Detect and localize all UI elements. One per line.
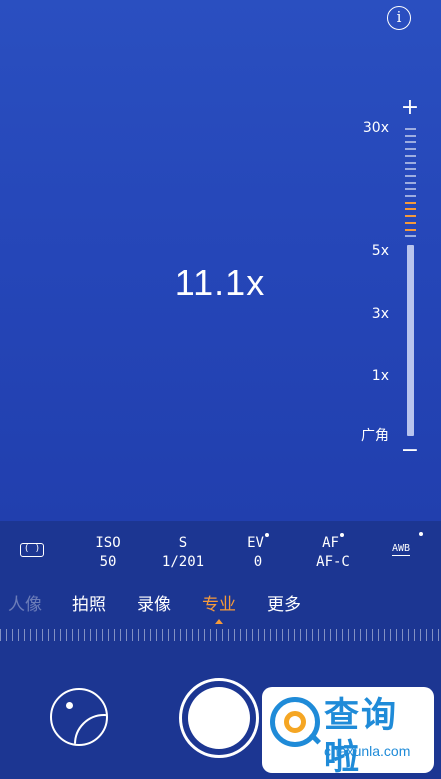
iso-control[interactable]: ISO 50 [78,532,138,572]
zoom-tick [405,188,416,191]
zoom-label-3x: 3x [371,306,389,322]
zoom-tick [405,195,416,197]
af-label: AF [322,535,339,551]
zoom-out-button[interactable]: − [400,440,420,462]
shutter-icon [188,687,250,749]
zoom-label-30x: 30x [362,120,389,136]
af-dot [339,533,344,537]
zoom-tick [405,201,416,204]
zoom-tick [405,215,416,218]
zoom-tick [405,141,416,144]
pro-controls-panel: ( ) ISO 50 S 1/201 EV 0 AF AF-C AWB 人像 拍… [0,521,441,779]
mode-photo[interactable]: 拍照 [72,593,106,617]
zoom-tick [405,235,416,238]
awb-control[interactable]: AWB [392,543,411,556]
aspect-ratio-icon[interactable]: ( ) [20,543,44,557]
active-mode-indicator [215,619,223,624]
zoom-tick [405,208,416,211]
magnifier-logo-icon [270,697,322,747]
shutter-label: S [178,535,188,551]
mode-pro[interactable]: 专业 [202,593,236,617]
gallery-dot [66,702,73,709]
watermark-logo: 查询啦 chaxunla.com [262,687,434,778]
af-control[interactable]: AF AF-C [303,532,363,572]
zoom-tick [405,154,416,157]
zoom-tick [405,128,416,130]
gallery-icon[interactable] [50,688,108,746]
shutter-value: 1/201 [161,554,205,570]
iso-label: ISO [95,535,121,551]
viewfinder[interactable]: i 11.1x + 30x 5x 3x 1x 广角 − [0,0,441,521]
mode-more[interactable]: 更多 [267,593,301,617]
zoom-ticks [405,128,417,242]
zoom-tick [405,221,416,224]
zoom-tick [405,161,416,164]
watermark-title: 查询啦 [324,696,399,778]
af-value: AF-C [316,554,350,570]
zoom-tick [405,181,416,184]
zoom-tick [405,174,416,177]
zoom-slider-fill[interactable] [407,245,414,436]
gallery-arc [74,714,106,744]
watermark-subtitle: chaxunla.com [324,743,411,759]
zoom-label-1x: 1x [371,368,389,384]
zoom-tick [405,168,416,171]
zoom-label-5x: 5x [371,243,389,259]
zoom-tick [405,134,416,137]
zoom-label-wide: 广角 [361,428,389,444]
mode-video[interactable]: 录像 [137,593,171,617]
shutter-control[interactable]: S 1/201 [153,532,213,572]
info-icon[interactable]: i [387,6,411,30]
mode-selector[interactable]: 人像 拍照 录像 专业 更多 [0,593,441,624]
ev-value: 0 [253,554,263,570]
pro-params-row: ( ) ISO 50 S 1/201 EV 0 AF AF-C AWB [0,521,441,583]
zoom-tick [405,148,416,151]
mode-portrait[interactable]: 人像 [8,593,42,617]
iso-value: 50 [99,554,117,570]
logo-handle [308,732,322,745]
zoom-tick [405,228,416,231]
awb-dot [419,532,423,536]
shutter-button[interactable] [179,678,259,758]
ev-dot [264,533,269,537]
zoom-readout: 11.1x [174,262,266,303]
ev-control[interactable]: EV 0 [228,532,288,572]
zoom-in-button[interactable]: + [400,97,420,119]
ev-label: EV [247,535,264,551]
logo-inner-ring [284,711,306,733]
adjust-ruler[interactable] [0,629,441,641]
